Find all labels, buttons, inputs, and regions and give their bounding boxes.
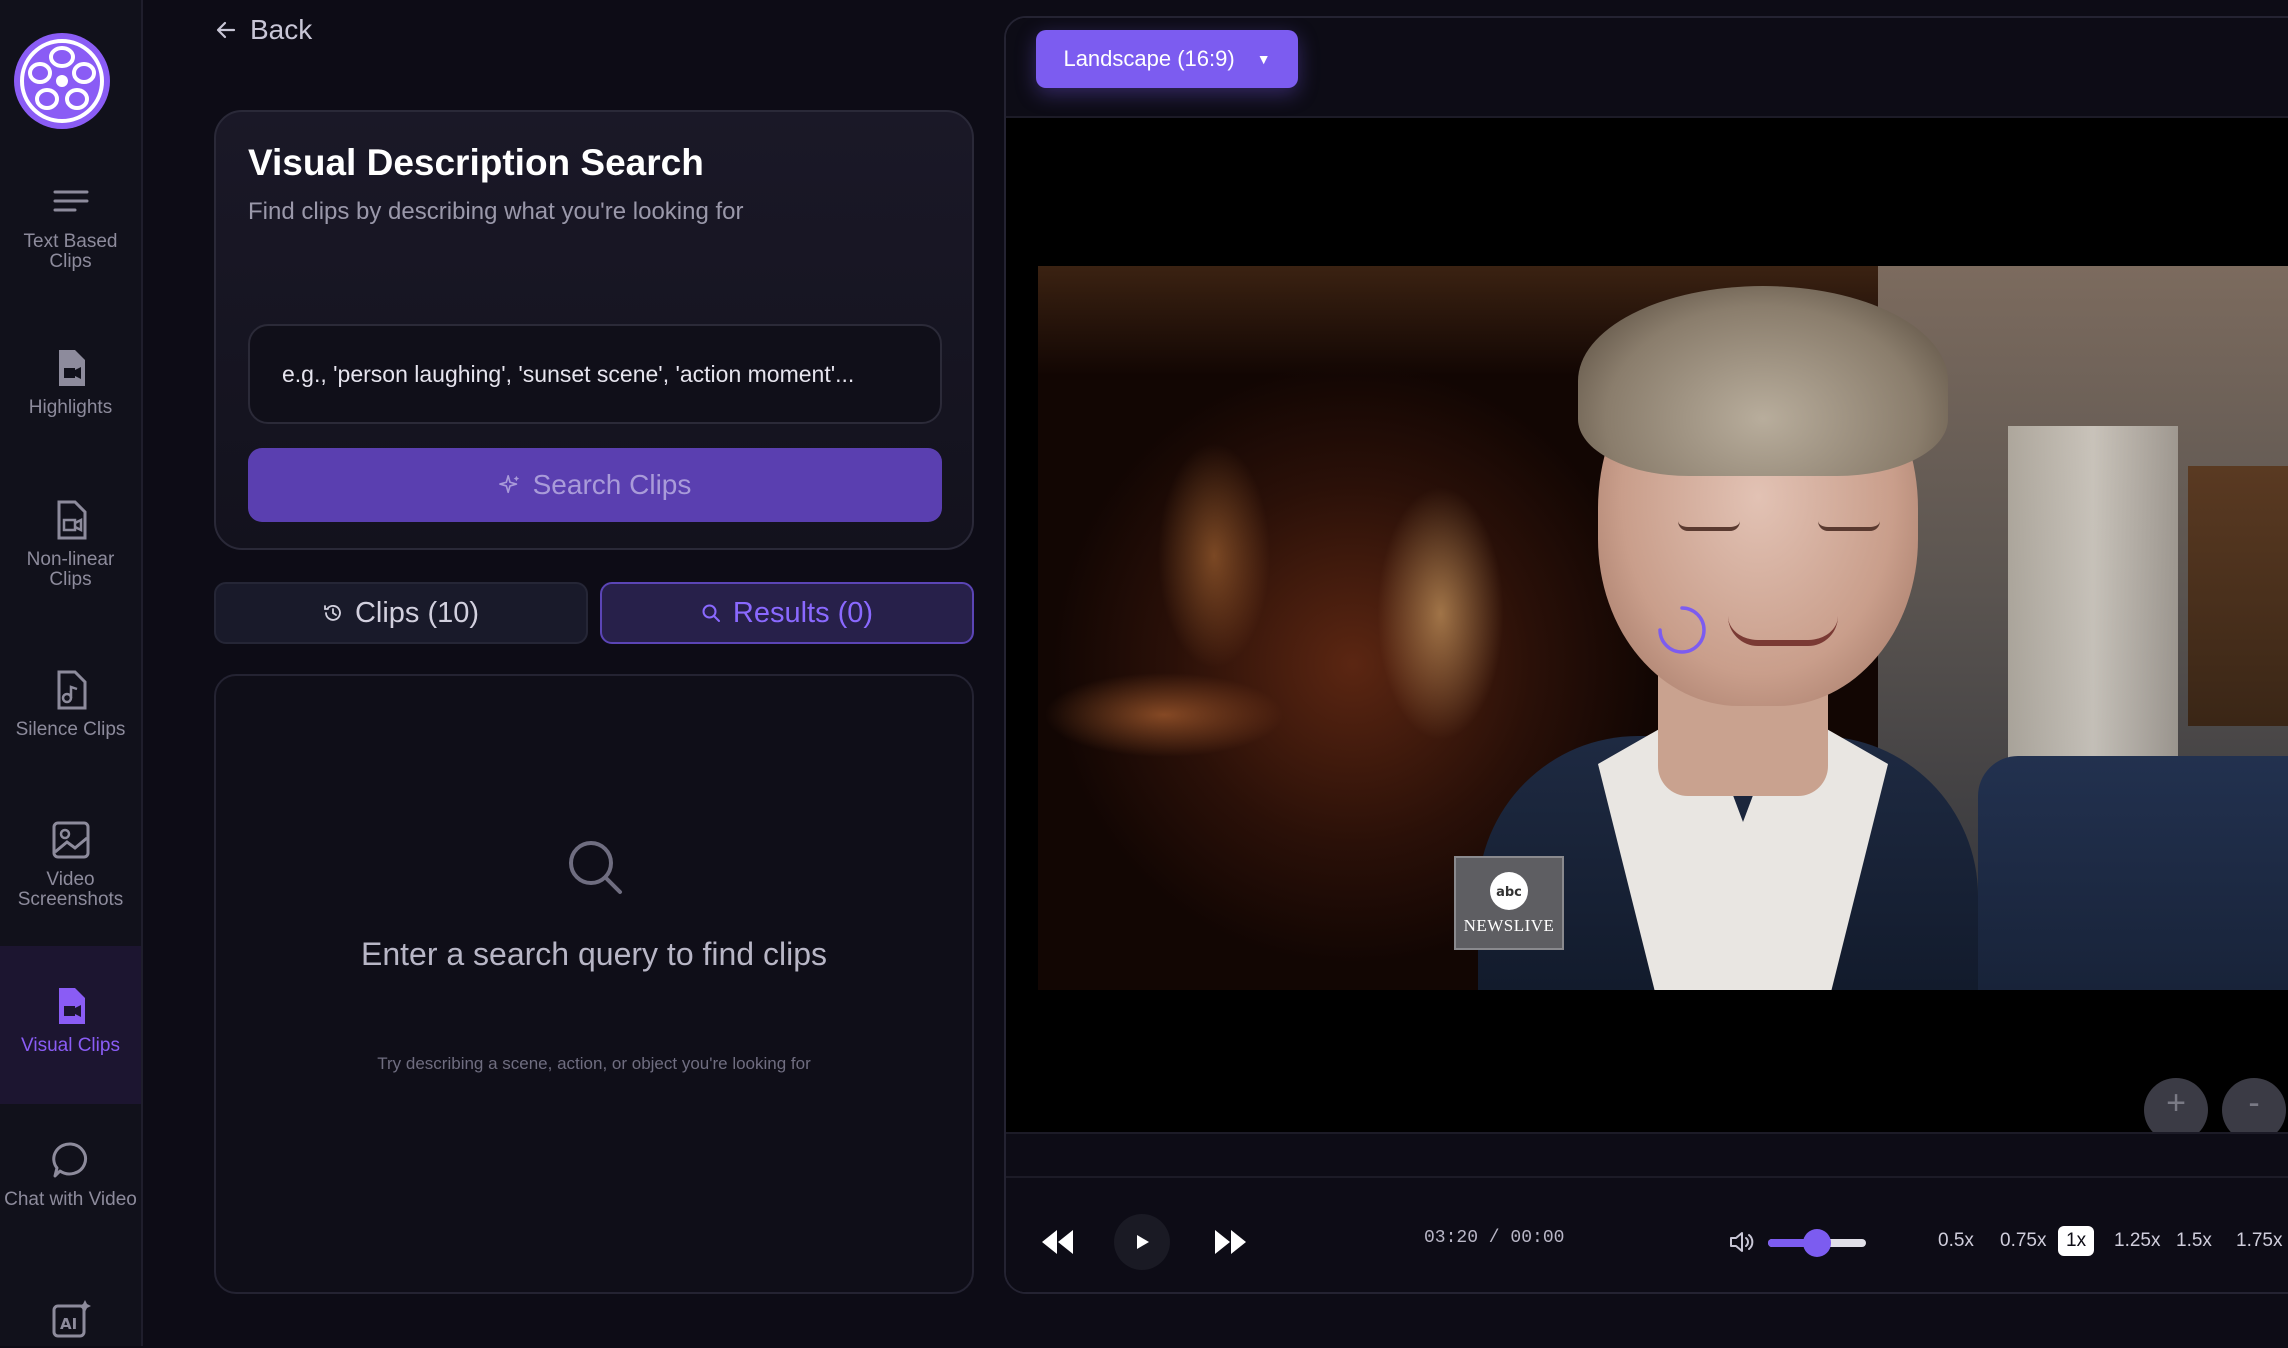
back-label: Back	[250, 14, 313, 45]
file-audio-icon	[51, 670, 91, 710]
search-icon	[702, 604, 720, 622]
tab-clips-label: Clips (10)	[354, 596, 480, 629]
play-icon	[1137, 1235, 1149, 1249]
playback-controls: 03:20 / 00:00 0.5x 0.75x 1x 1.25x 1.5x 1…	[1006, 1132, 2288, 1292]
tab-results[interactable]: Results (0)	[600, 582, 974, 644]
sidebar-item-label: Chat with Video	[4, 1189, 137, 1210]
sidebar-item-label: Visual Clips	[21, 1035, 120, 1056]
video-person-eye	[1678, 521, 1740, 531]
speed-option[interactable]: 1.5x	[2168, 1226, 2220, 1256]
tab-results-label: Results (0)	[732, 596, 874, 629]
lines-icon	[51, 182, 91, 222]
speed-option[interactable]: 1x	[2058, 1226, 2095, 1256]
file-video-outline-icon	[51, 500, 91, 540]
video-person-hair	[1578, 286, 1948, 476]
speed-option[interactable]: 0.75x	[1992, 1226, 2054, 1256]
arrow-left-icon	[216, 21, 236, 39]
sidebar-item-video-screenshots[interactable]: Video Screenshots	[0, 820, 141, 910]
image-icon	[51, 820, 91, 860]
speed-option[interactable]: 1.75x	[2228, 1226, 2288, 1256]
search-button-label: Search Clips	[532, 469, 692, 500]
history-icon	[324, 605, 341, 621]
sidebar-item-label: Text Based Clips	[23, 231, 118, 272]
search-input[interactable]	[248, 324, 942, 424]
svg-text:abc: abc	[1496, 885, 1522, 900]
sidebar-item-visual-clips[interactable]: Visual Clips	[0, 946, 141, 1104]
sidebar-item-label: Non-linear Clips	[26, 549, 115, 590]
empty-state-hint: Try describing a scene, action, or objec…	[377, 1054, 811, 1073]
app-logo-icon[interactable]	[14, 33, 110, 129]
sidebar-item-label: Highlights	[28, 397, 113, 418]
file-video-icon	[51, 348, 91, 388]
search-clips-button[interactable]: Search Clips	[248, 448, 942, 522]
sidebar-item-ai[interactable]: AI	[0, 1298, 141, 1348]
back-button[interactable]: Back	[214, 14, 312, 46]
empty-state-title: Enter a search query to find clips	[360, 936, 827, 972]
search-title: Visual Description Search	[248, 142, 704, 183]
video-scene-shelf	[2188, 466, 2288, 726]
timeline-track[interactable]	[1006, 1176, 2288, 1178]
ai-sparkle-icon: AI	[51, 1298, 91, 1338]
sparkle-icon	[498, 475, 519, 494]
svg-text:AI: AI	[60, 1315, 77, 1333]
sidebar-item-highlights[interactable]: Highlights	[0, 348, 141, 418]
player-toolbar: Landscape (16:9) ▼	[1006, 18, 2288, 118]
fast-forward-icon[interactable]	[1212, 1224, 1248, 1260]
video-person-mouth	[1728, 616, 1838, 646]
search-icon	[569, 841, 622, 894]
time-display: 03:20 / 00:00	[1424, 1228, 1565, 1248]
sidebar-item-label: Silence Clips	[15, 719, 126, 740]
visual-search-card: Visual Description Search Find clips by …	[214, 110, 974, 550]
volume-slider[interactable]	[1768, 1229, 1866, 1257]
channel-watermark: abc NEWSLIVE	[1454, 856, 1564, 950]
loading-spinner-icon	[1658, 606, 1706, 654]
speed-option[interactable]: 0.5x	[1930, 1226, 1982, 1256]
sidebar-item-text-based-clips[interactable]: Text Based Clips	[0, 182, 141, 272]
file-video-icon	[51, 986, 91, 1026]
video-person-eye	[1818, 521, 1880, 531]
sidebar-item-label: Video Screenshots	[17, 869, 124, 910]
video-player: Landscape (16:9) ▼ + - 03:20 / 00:00 0.5…	[1004, 16, 2288, 1294]
abc-logo-icon: abc	[1490, 872, 1528, 910]
sidebar: Text Based Clips Highlights Non-linear C…	[0, 0, 143, 1346]
play-button[interactable]	[1114, 1214, 1170, 1270]
aspect-ratio-label: Landscape (16:9)	[1063, 46, 1235, 71]
sidebar-item-chat-with-video[interactable]: Chat with Video	[0, 1140, 141, 1210]
video-scene-couch	[1978, 756, 2288, 990]
volume-thumb[interactable]	[1803, 1229, 1831, 1257]
speed-option[interactable]: 1.25x	[2106, 1226, 2168, 1256]
video-scene-door	[2008, 426, 2178, 806]
tab-clips[interactable]: Clips (10)	[214, 582, 588, 644]
results-panel: Enter a search query to find clips Try d…	[214, 674, 974, 1294]
search-subtitle: Find clips by describing what you're loo…	[248, 198, 744, 225]
sidebar-item-non-linear-clips[interactable]: Non-linear Clips	[0, 500, 141, 590]
aspect-ratio-dropdown[interactable]: Landscape (16:9) ▼	[1036, 30, 1298, 88]
channel-watermark-text: NEWSLIVE	[1463, 916, 1555, 935]
chevron-down-icon: ▼	[1256, 51, 1271, 67]
sidebar-item-silence-clips[interactable]: Silence Clips	[0, 670, 141, 740]
chat-bubble-icon	[51, 1140, 91, 1180]
rewind-icon[interactable]	[1040, 1224, 1076, 1260]
volume-icon[interactable]	[1728, 1229, 1754, 1255]
